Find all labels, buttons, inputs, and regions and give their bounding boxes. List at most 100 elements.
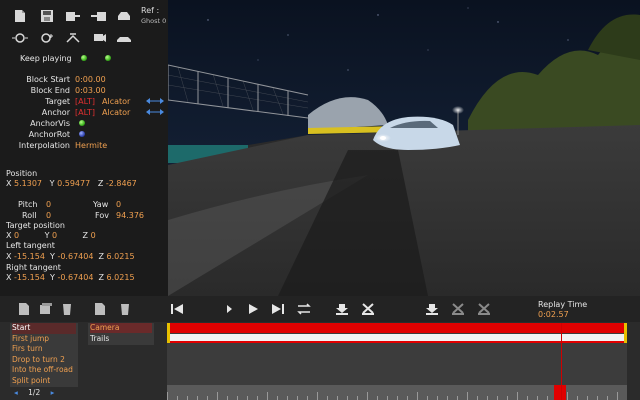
keep-playing-led-2-icon[interactable]	[105, 55, 111, 61]
camera-block-bar[interactable]	[167, 323, 627, 333]
block-list: Start First jump Firs turn Drop to turn …	[10, 323, 78, 387]
next-page-icon[interactable]: ▸	[51, 388, 55, 397]
ruler-position-marker[interactable]	[554, 385, 566, 400]
add-keyframe-icon[interactable]	[10, 31, 30, 45]
car-top-icon[interactable]	[114, 9, 134, 23]
skip-start-icon[interactable]	[169, 302, 185, 316]
left-tangent-x[interactable]: -15.154	[14, 252, 45, 261]
loop-icon[interactable]	[296, 302, 312, 316]
camera-rig-icon[interactable]	[63, 31, 83, 45]
car-follow-icon[interactable]	[114, 31, 134, 45]
list-item[interactable]: Firs turn	[12, 344, 43, 355]
right-tangent-z[interactable]: 6.0215	[107, 273, 135, 282]
copy-block-icon[interactable]	[38, 302, 54, 316]
skip-end-icon[interactable]	[270, 302, 286, 316]
anchor-arrows-icon[interactable]	[146, 108, 164, 116]
target-y[interactable]: 0	[52, 231, 57, 240]
anchor-value[interactable]: Alcator	[102, 108, 130, 117]
track-list: Camera Trails	[88, 323, 154, 345]
save-icon[interactable]	[37, 9, 57, 23]
target-arrows-icon[interactable]	[146, 97, 164, 105]
position-x-label: X	[6, 179, 12, 188]
replay-viewport[interactable]	[168, 0, 640, 296]
keep-playing-led-icon[interactable]	[81, 55, 87, 61]
block-start-marker[interactable]	[167, 323, 170, 343]
position-y[interactable]: 0.59477	[57, 179, 90, 188]
ruler-tick	[417, 392, 418, 400]
anchor-vis-led-icon[interactable]	[79, 120, 85, 126]
left-tangent-z[interactable]: 6.0215	[107, 252, 135, 261]
ref-label: Ref :	[141, 6, 160, 15]
ruler-tick	[427, 396, 428, 400]
target-z-label: Z	[82, 231, 89, 240]
delete-key-icon[interactable]	[360, 302, 376, 316]
insert-key-icon[interactable]	[334, 302, 350, 316]
target-x[interactable]: 0	[14, 231, 19, 240]
delete-block-icon[interactable]	[59, 302, 75, 316]
anchor-rot-led-icon[interactable]	[79, 131, 85, 137]
ruler-tick	[517, 392, 518, 400]
block-end-marker[interactable]	[624, 323, 627, 343]
prev-page-icon[interactable]: ◂	[14, 388, 18, 397]
track-item-camera[interactable]: Camera	[90, 323, 152, 333]
ruler-tick	[177, 396, 178, 400]
insert-keyframe-icon[interactable]	[37, 31, 57, 45]
fov-label: Fov	[95, 211, 109, 220]
ruler-tick	[217, 392, 218, 400]
ghost-label[interactable]: Ghost 0	[141, 17, 166, 25]
position-x[interactable]: 5.1307	[14, 179, 42, 188]
ruler-tick	[307, 396, 308, 400]
trails-block-bar[interactable]	[167, 334, 627, 341]
block-end-value[interactable]: 0:03.00	[75, 86, 106, 95]
new-track-icon[interactable]	[92, 302, 108, 316]
ruler-tick	[437, 396, 438, 400]
list-item[interactable]: First jump	[12, 334, 49, 345]
right-y-label: Y	[50, 273, 55, 282]
replay-time-value: 0:02.57	[538, 310, 569, 319]
race-scene	[168, 0, 640, 296]
list-item[interactable]: Start	[12, 323, 76, 334]
anchor-rot-label: AnchorRot	[28, 130, 70, 139]
left-tangent-title: Left tangent	[6, 241, 55, 250]
ruler-tick	[527, 396, 528, 400]
delete-all-keys-icon[interactable]	[476, 302, 492, 316]
block-start-value[interactable]: 0:00.00	[75, 75, 106, 84]
delete-track-icon[interactable]	[117, 302, 133, 316]
ruler-tick	[317, 392, 318, 400]
pitch-value[interactable]: 0	[46, 200, 51, 209]
roll-value[interactable]: 0	[46, 211, 51, 220]
position-z-label: Z	[97, 179, 104, 188]
new-file-icon[interactable]	[10, 9, 30, 23]
insert-track-key-icon[interactable]	[424, 302, 440, 316]
camera-loop-icon[interactable]	[89, 31, 109, 45]
export-icon[interactable]	[89, 9, 109, 23]
list-item[interactable]: Split point	[12, 376, 50, 387]
target-position-title: Target position	[6, 221, 65, 230]
list-item[interactable]: Drop to turn 2	[12, 355, 65, 366]
target-value[interactable]: Alcator	[102, 97, 130, 106]
anchor-label: Anchor	[41, 108, 70, 117]
ruler-tick	[337, 396, 338, 400]
position-row: X 5.1307 Y 0.59477 Z -2.8467	[6, 179, 137, 188]
page-indicator: 1/2	[28, 388, 41, 397]
right-tangent-x[interactable]: -15.154	[14, 273, 45, 282]
timeline-track-area[interactable]	[167, 323, 627, 400]
ruler-tick	[567, 392, 568, 400]
new-block-icon[interactable]	[16, 302, 32, 316]
track-item-trails[interactable]: Trails	[90, 334, 109, 344]
interpolation-value[interactable]: Hermite	[75, 141, 107, 150]
ruler-tick	[447, 396, 448, 400]
left-tangent-y[interactable]: -0.67404	[57, 252, 93, 261]
delete-track-key-icon[interactable]	[450, 302, 466, 316]
target-z[interactable]: 0	[91, 231, 96, 240]
position-z[interactable]: -2.8467	[106, 179, 137, 188]
ruler-tick	[257, 396, 258, 400]
play-icon[interactable]	[245, 302, 261, 316]
yaw-value[interactable]: 0	[116, 200, 121, 209]
import-icon[interactable]	[63, 9, 83, 23]
step-forward-icon[interactable]	[221, 302, 237, 316]
fov-value[interactable]: 94.376	[116, 211, 144, 220]
right-tangent-y[interactable]: -0.67404	[57, 273, 93, 282]
playhead[interactable]	[561, 323, 562, 400]
list-item[interactable]: Into the off-road	[12, 365, 73, 376]
